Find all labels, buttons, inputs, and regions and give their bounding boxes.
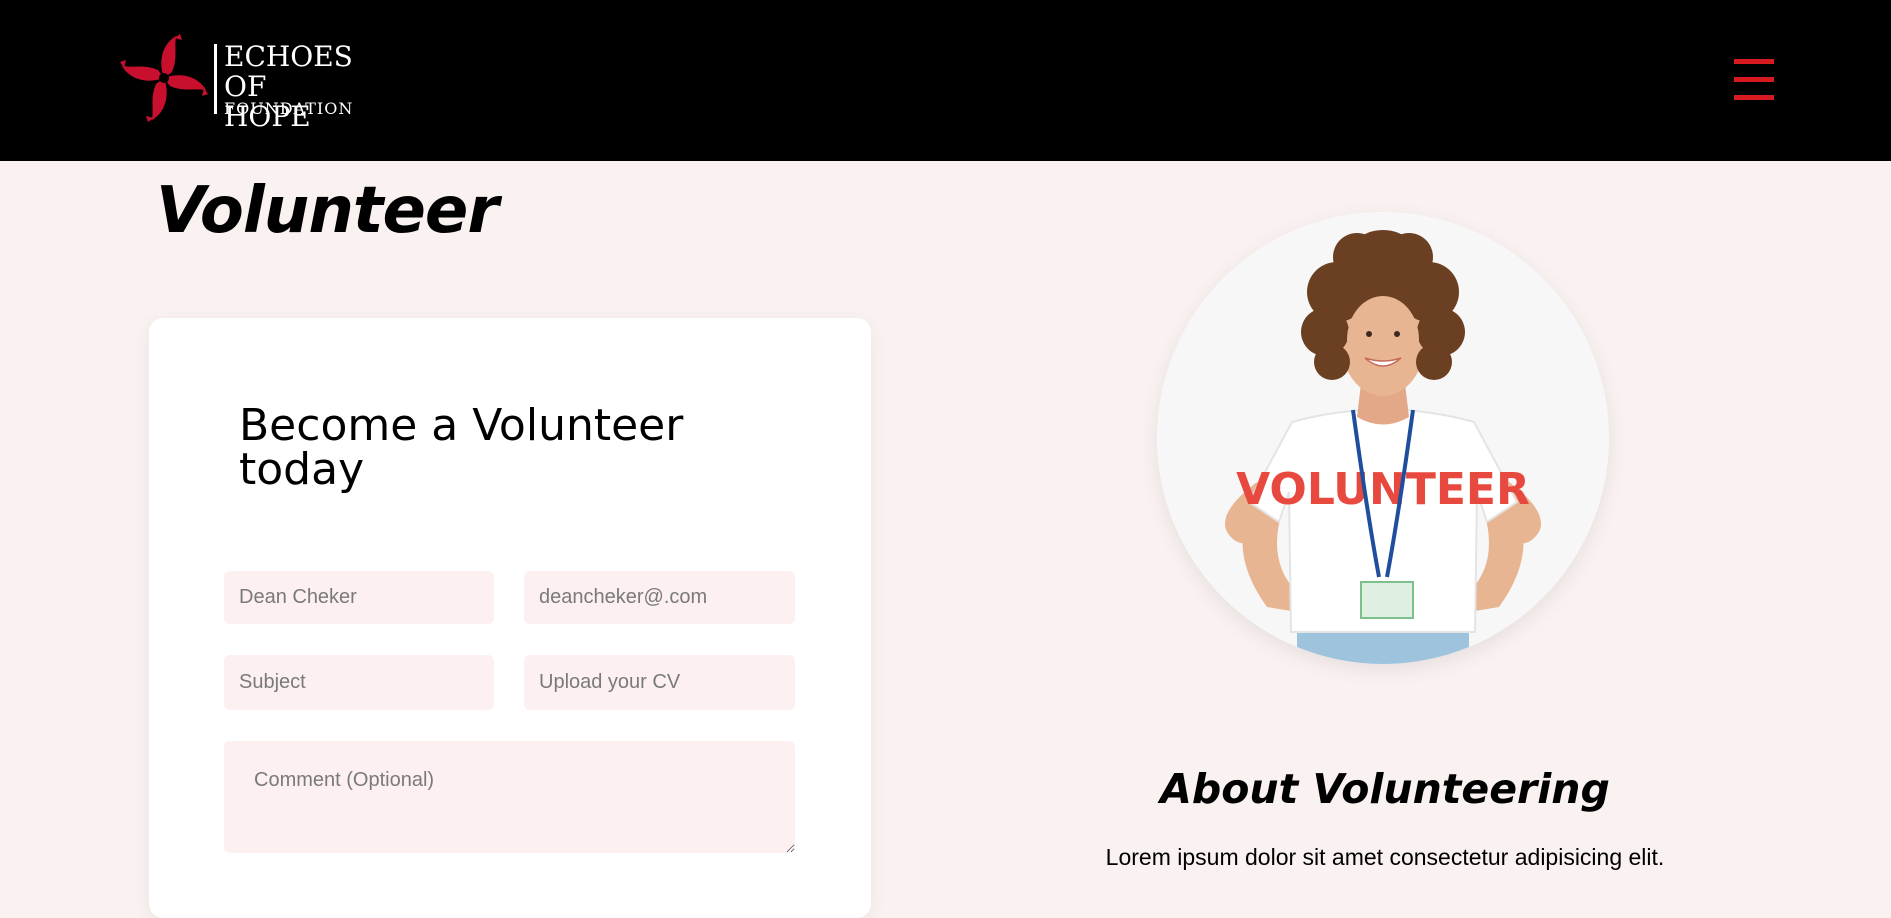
hands-pinwheel-logo-icon bbox=[120, 34, 208, 122]
upload-cv-field[interactable] bbox=[524, 655, 795, 710]
volunteer-woman-illustration: VOLUNTEER bbox=[1157, 212, 1609, 664]
about-volunteering-title: About Volunteering bbox=[1160, 765, 1610, 813]
subject-field[interactable] bbox=[224, 655, 494, 710]
page-title: Volunteer bbox=[156, 174, 499, 248]
about-volunteering-text: Lorem ipsum dolor sit amet consectetur a… bbox=[1105, 844, 1665, 870]
comment-field[interactable] bbox=[224, 741, 795, 853]
menu-bar-middle bbox=[1734, 77, 1774, 82]
hamburger-menu-icon[interactable] bbox=[1734, 57, 1774, 103]
volunteer-photo: VOLUNTEER bbox=[1157, 212, 1609, 664]
form-heading: Become a Volunteer today bbox=[239, 400, 684, 495]
shirt-text: VOLUNTEER bbox=[1236, 464, 1530, 515]
menu-bar-bottom bbox=[1734, 95, 1774, 100]
menu-bar-top bbox=[1734, 59, 1774, 64]
site-logo[interactable]: ECHOES OF HOPE FOUNDATION bbox=[118, 32, 353, 132]
email-field[interactable] bbox=[524, 571, 795, 624]
name-field[interactable] bbox=[224, 571, 494, 624]
logo-text-foundation: FOUNDATION bbox=[224, 99, 354, 118]
volunteer-form-card: Become a Volunteer today bbox=[149, 318, 871, 918]
site-header: ECHOES OF HOPE FOUNDATION bbox=[0, 0, 1891, 161]
logo-text-echoes: ECHOES bbox=[224, 40, 353, 73]
logo-divider bbox=[214, 44, 217, 114]
